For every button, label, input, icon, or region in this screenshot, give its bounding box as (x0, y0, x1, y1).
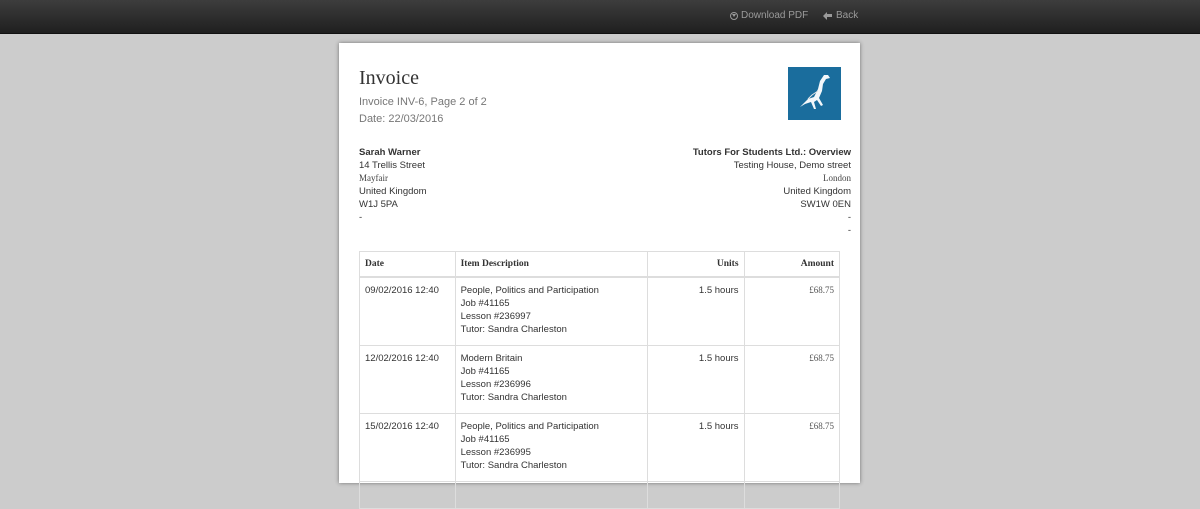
item-title: Modern Britain (460, 353, 523, 364)
header-date: Date (359, 251, 456, 278)
row-date: 09/02/2016 12:40 (359, 276, 456, 346)
customer-street: 14 Trellis Street (359, 160, 425, 171)
from-address: Tutors For Students Ltd.: Overview Testi… (693, 146, 851, 237)
table-row: 15/02/2016 12:40 People, Politics and Pa… (359, 413, 841, 482)
customer-postcode: W1J 5PA (359, 199, 398, 210)
header-description: Item Description (454, 251, 649, 278)
row-description: People, Politics and Participation Job #… (454, 413, 649, 482)
item-lesson: Lesson #236997 (460, 311, 531, 322)
back-button[interactable]: Back (823, 10, 858, 21)
row-amount: £68.75 (743, 345, 841, 414)
item-job: Job #41165 (460, 366, 510, 377)
row-date: 12/02/2016 12:40 (359, 345, 456, 414)
invoice-items-table: Date Item Description Units Amount 09/02… (359, 251, 841, 509)
invoice-number: Invoice INV-6, Page 2 of 2 (359, 96, 487, 108)
back-label: Back (836, 10, 859, 21)
item-lesson: Lesson #236995 (460, 447, 531, 458)
row-description: Modern Britain Job #41165 Lesson #236996… (454, 345, 649, 414)
item-job: Job #41165 (460, 298, 510, 309)
customer-country: United Kingdom (359, 186, 427, 197)
table-row (359, 481, 841, 509)
item-title: People, Politics and Participation (460, 421, 599, 432)
header-units: Units (647, 251, 745, 278)
table-row: 09/02/2016 12:40 People, Politics and Pa… (359, 276, 841, 346)
row-amount: £68.75 (743, 276, 841, 346)
item-job: Job #41165 (460, 434, 510, 445)
company-extra-1: - (847, 212, 851, 223)
header-amount: Amount (743, 251, 841, 278)
row-units: 1.5 hours (647, 345, 745, 414)
row-units: 1.5 hours (647, 413, 745, 482)
download-icon (730, 11, 738, 20)
bill-to-address: Sarah Warner 14 Trellis Street Mayfair U… (359, 146, 427, 224)
top-toolbar: Download PDF Back (0, 0, 1200, 34)
invoice-date: Date: 22/03/2016 (359, 113, 444, 125)
invoice-page: Invoice Invoice INV-6, Page 2 of 2 Date:… (339, 43, 860, 509)
company-extra-2: - (847, 225, 851, 236)
table-header-row: Date Item Description Units Amount (359, 251, 841, 278)
download-pdf-button[interactable]: Download PDF (730, 10, 808, 21)
row-description: People, Politics and Participation Job #… (454, 276, 649, 346)
item-title: People, Politics and Participation (460, 285, 599, 296)
company-city: London (823, 173, 851, 183)
customer-extra: - (359, 212, 363, 223)
item-lesson: Lesson #236996 (460, 379, 531, 390)
company-postcode: SW1W 0EN (800, 199, 851, 210)
arrow-left-icon (823, 11, 833, 20)
item-tutor: Tutor: Sandra Charleston (460, 392, 567, 403)
item-tutor: Tutor: Sandra Charleston (460, 460, 567, 471)
dinosaur-logo (788, 67, 841, 120)
row-amount: £68.75 (743, 413, 841, 482)
customer-area: Mayfair (359, 173, 388, 183)
company-street: Testing House, Demo street (733, 160, 851, 171)
row-date: 15/02/2016 12:40 (359, 413, 456, 482)
item-tutor: Tutor: Sandra Charleston (460, 324, 567, 335)
invoice-title: Invoice (359, 67, 419, 89)
download-pdf-label: Download PDF (741, 10, 809, 21)
company-name: Tutors For Students Ltd.: Overview (692, 147, 851, 158)
company-country: United Kingdom (783, 186, 851, 197)
table-row: 12/02/2016 12:40 Modern Britain Job #411… (359, 345, 841, 414)
row-units: 1.5 hours (647, 276, 745, 346)
customer-name: Sarah Warner (359, 147, 421, 158)
